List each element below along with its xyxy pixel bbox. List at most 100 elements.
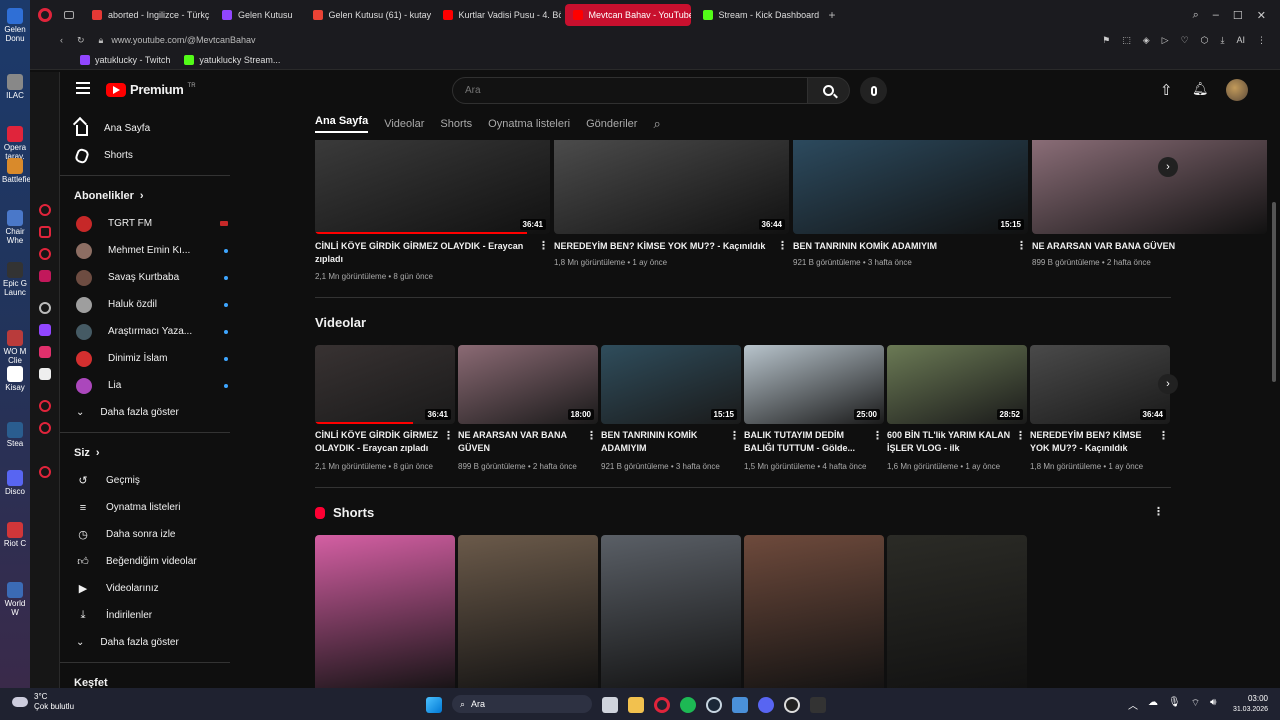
bookmark-icon[interactable]: ⚑ bbox=[1102, 35, 1110, 46]
steam-icon[interactable] bbox=[706, 696, 722, 713]
shorts-section-title[interactable]: Shorts bbox=[315, 505, 374, 520]
video-thumbnail[interactable]: 28:52 bbox=[887, 345, 1027, 424]
windows-start-icon[interactable] bbox=[426, 696, 442, 713]
search-input[interactable] bbox=[452, 77, 808, 104]
tab-list-icon[interactable] bbox=[64, 11, 74, 19]
show-more-you[interactable]: ⌄ Daha fazla göster bbox=[60, 629, 242, 656]
task-view-icon[interactable] bbox=[602, 696, 618, 713]
search-tabs-icon[interactable]: ⌕ bbox=[1193, 9, 1199, 22]
opera-sidebar-bag-icon[interactable] bbox=[39, 226, 51, 238]
short-thumbnail[interactable] bbox=[887, 535, 1027, 688]
taskbar-search[interactable]: ⌕ Ara bbox=[452, 695, 592, 713]
subscriptions-header[interactable]: Abonelikler › bbox=[60, 182, 242, 210]
video-title[interactable]: CİNLİ KÖYE GİRDİK GİRMEZ OLAYDIK - Erayc… bbox=[315, 429, 439, 455]
subscription-item[interactable]: Dinimiz İslam bbox=[60, 345, 242, 372]
reload-icon[interactable]: ↻ bbox=[77, 35, 85, 46]
sidebar-item-like[interactable]: 👍︎ Beğendiğim videolar bbox=[60, 548, 242, 575]
opera-sidebar-instagram-icon[interactable] bbox=[39, 346, 51, 358]
network-icon[interactable]: ⌔ bbox=[1191, 697, 1200, 712]
videos-section-title[interactable]: Videolar bbox=[315, 315, 366, 330]
opera-logo-icon[interactable] bbox=[38, 8, 52, 22]
desktop-icon[interactable]: Opera taray. bbox=[2, 126, 28, 161]
video-thumbnail[interactable]: 36:44 bbox=[554, 140, 789, 234]
opera-sidebar-settings-icon[interactable] bbox=[39, 302, 51, 314]
video-menu-icon[interactable]: ⋮ bbox=[1158, 429, 1169, 442]
bookmark-item[interactable]: yatuklucky - Twitch bbox=[80, 54, 170, 65]
new-tab-button[interactable]: + bbox=[829, 8, 836, 22]
weather-widget[interactable]: 3°C Çok bulutlu bbox=[12, 692, 74, 712]
desktop-icon[interactable]: ILAC bbox=[2, 74, 28, 100]
opera-sidebar-twitch-icon[interactable] bbox=[39, 324, 51, 336]
opera-sidebar-aria-icon[interactable] bbox=[39, 204, 51, 216]
sidebar-item-playlist[interactable]: ≡ Oynatma listeleri bbox=[60, 494, 242, 521]
browser-tab[interactable]: Gelen Kutusu bbox=[214, 4, 301, 26]
hamburger-menu-icon[interactable] bbox=[76, 82, 90, 94]
browser-tab[interactable]: Stream - Kick Dashboard bbox=[695, 4, 821, 26]
opera-sidebar-messenger-icon[interactable] bbox=[39, 270, 51, 282]
snapshot-icon[interactable]: ⬚ bbox=[1122, 35, 1131, 46]
channel-tab[interactable]: Shorts bbox=[440, 118, 472, 130]
sidebar-item-download[interactable]: ⤓ İndirilenler bbox=[60, 602, 242, 629]
channel-search-icon[interactable]: ⌕ bbox=[653, 116, 660, 132]
clock[interactable]: 03:00 31.03.2026 bbox=[1228, 693, 1268, 715]
video-thumbnail[interactable]: 15:15 bbox=[793, 140, 1028, 234]
video-menu-icon[interactable]: ⋮ bbox=[443, 429, 454, 442]
video-thumbnail[interactable]: 15:15 bbox=[601, 345, 741, 424]
sidebar-item-watch-later[interactable]: ◷ Daha sonra izle bbox=[60, 521, 242, 548]
channel-tab[interactable]: Ana Sayfa bbox=[315, 115, 369, 133]
video-title[interactable]: CİNLİ KÖYE GİRDİK GİRMEZ OLAYDIK - Erayc… bbox=[315, 240, 532, 266]
ai-button[interactable]: AI bbox=[1236, 35, 1245, 46]
short-thumbnail[interactable] bbox=[315, 535, 455, 688]
video-menu-icon[interactable]: ⋮ bbox=[729, 429, 740, 442]
file-explorer-icon[interactable] bbox=[628, 696, 644, 713]
video-thumbnail[interactable]: 36:44 bbox=[1030, 345, 1170, 424]
subscription-item[interactable]: TGRT FM bbox=[60, 210, 242, 237]
subscription-item[interactable]: Haluk özdil bbox=[60, 291, 242, 318]
subscription-item[interactable]: Savaş Kurtbaba bbox=[60, 264, 242, 291]
sidebar-item-history[interactable]: ↺ Geçmiş bbox=[60, 467, 242, 494]
spotify-icon[interactable] bbox=[680, 696, 696, 713]
video-thumbnail[interactable]: 25:00 bbox=[744, 345, 884, 424]
opera-sidebar-gear-icon[interactable] bbox=[39, 466, 51, 478]
video-title[interactable]: BALIK TUTAYIM DEDİM BALIĞI TUTTUM - Göld… bbox=[744, 429, 868, 455]
url-field[interactable]: www.youtube.com/@MevtcanBahav bbox=[111, 35, 255, 45]
discord-icon[interactable] bbox=[758, 696, 774, 713]
close-button[interactable]: ✕ bbox=[1257, 9, 1266, 22]
desktop-icon[interactable]: Disco bbox=[2, 470, 28, 496]
video-title[interactable]: BEN TANRININ KOMİK ADAMIYIM bbox=[601, 429, 725, 455]
play-icon[interactable]: ▷ bbox=[1162, 35, 1169, 46]
notifications-bell-icon[interactable]: 🔔︎ bbox=[1192, 81, 1209, 97]
video-menu-icon[interactable]: ⋮ bbox=[538, 239, 549, 252]
channel-tab[interactable]: Oynatma listeleri bbox=[488, 118, 570, 130]
desktop-icon[interactable]: Epic G Launc bbox=[2, 262, 28, 297]
video-thumbnail[interactable]: 18:00 bbox=[458, 345, 598, 424]
download-icon[interactable]: ⤓ bbox=[1221, 35, 1225, 46]
menu-icon[interactable]: ⋮ bbox=[1257, 35, 1266, 46]
heart-icon[interactable]: ♡ bbox=[1181, 35, 1189, 46]
short-thumbnail[interactable] bbox=[601, 535, 741, 688]
browser-tab[interactable]: aborted - Ingilizce - Türkç bbox=[84, 4, 210, 26]
short-thumbnail[interactable] bbox=[458, 535, 598, 688]
video-menu-icon[interactable]: ⋮ bbox=[1015, 429, 1026, 442]
upload-icon[interactable]: ⇧ bbox=[1160, 81, 1173, 99]
volume-icon[interactable]: 🔊︎ bbox=[1210, 697, 1216, 712]
desktop-icon[interactable]: Gelen Donu bbox=[2, 8, 28, 43]
opera-sidebar-tiktok-icon[interactable] bbox=[39, 368, 51, 380]
video-title[interactable]: NEREDEYİM BEN? KİMSE YOK MU?? - Kaçınıld… bbox=[554, 240, 771, 253]
minimize-button[interactable]: – bbox=[1213, 9, 1219, 22]
account-avatar[interactable] bbox=[1226, 79, 1248, 101]
opera-sidebar-history-icon[interactable] bbox=[39, 400, 51, 412]
back-icon[interactable]: ‹ bbox=[60, 35, 63, 45]
mic-tray-icon[interactable]: 🎙︎ bbox=[1168, 697, 1181, 712]
search-button[interactable] bbox=[808, 77, 850, 104]
channel-tab[interactable]: Gönderiler bbox=[586, 118, 637, 130]
app-icon[interactable] bbox=[732, 696, 748, 713]
show-more-subscriptions[interactable]: ⌄ Daha fazla göster bbox=[60, 399, 242, 426]
desktop-icon[interactable]: Kisay bbox=[2, 366, 28, 392]
epic-games-icon[interactable] bbox=[810, 696, 826, 713]
video-title[interactable]: NEREDEYİM BEN? KİMSE YOK MU?? - Kaçınıld… bbox=[1030, 429, 1154, 455]
bookmark-item[interactable]: yatuklucky Stream... bbox=[184, 54, 280, 65]
video-menu-icon[interactable]: ⋮ bbox=[586, 429, 597, 442]
sidebar-item-shorts[interactable]: Shorts bbox=[60, 142, 242, 169]
shorts-menu-icon[interactable]: ⋮ bbox=[1153, 505, 1164, 518]
